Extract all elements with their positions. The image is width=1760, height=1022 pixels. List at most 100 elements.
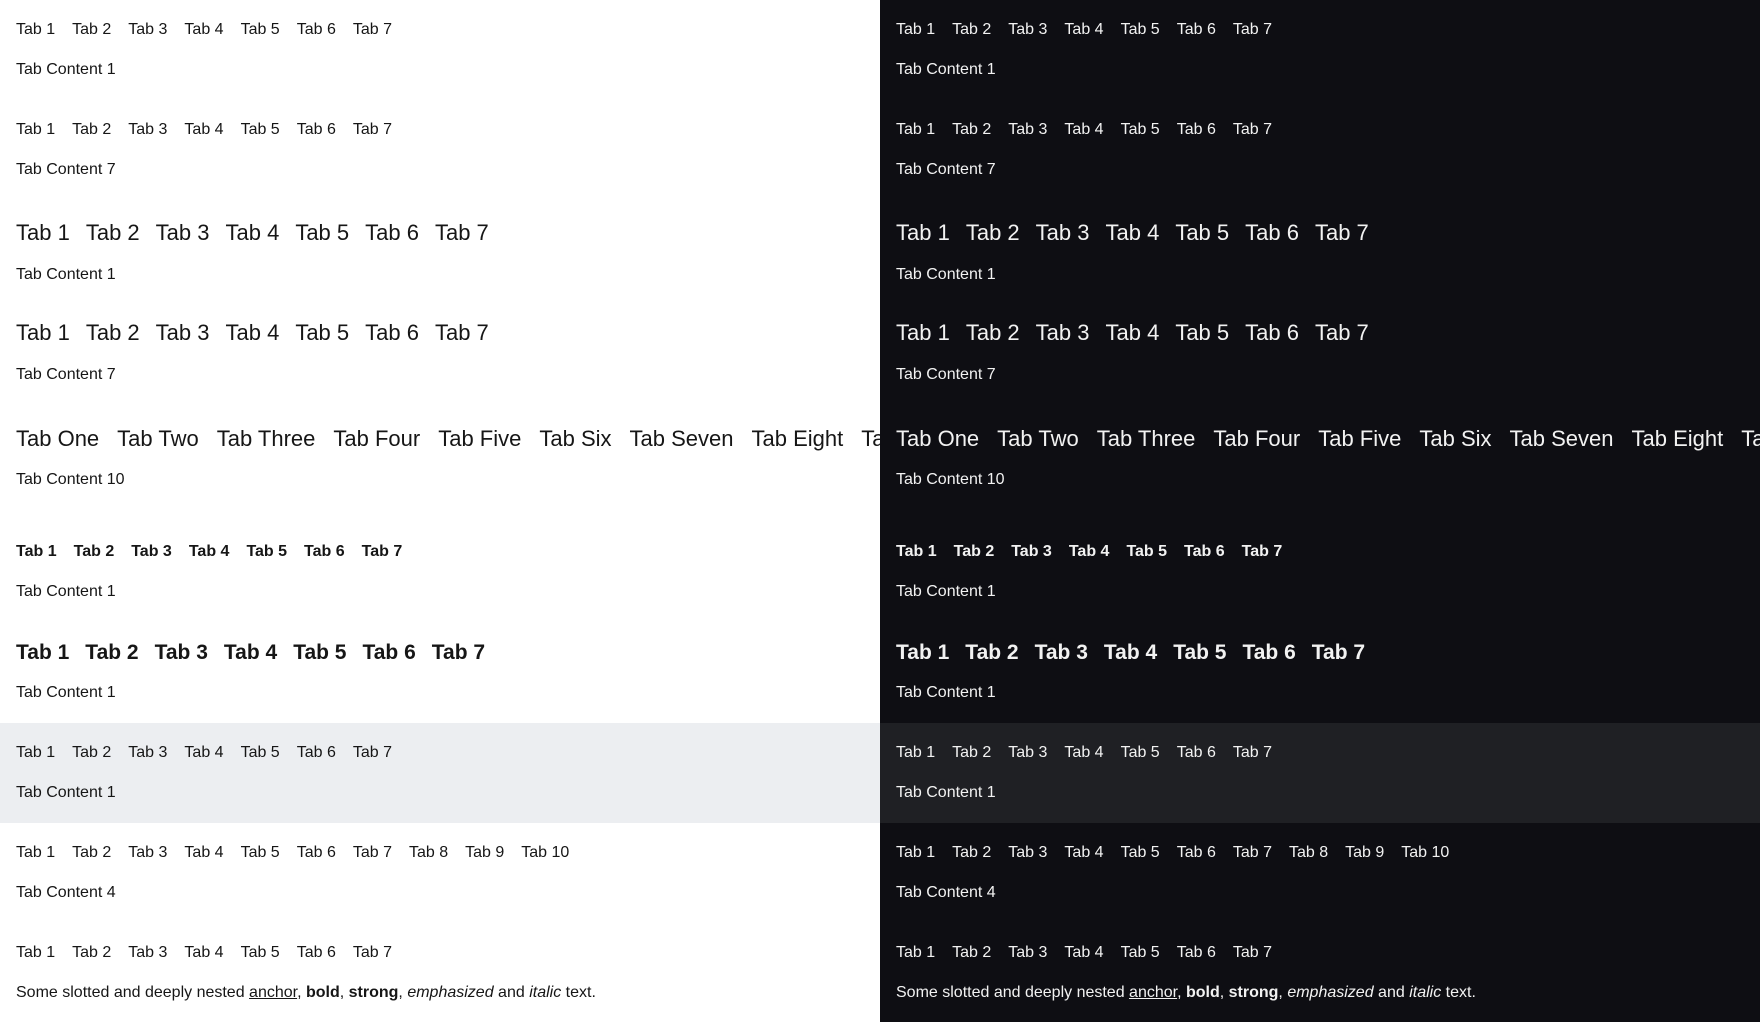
tab-tab-4[interactable]: Tab 4 bbox=[1064, 21, 1103, 39]
tab-tab-2[interactable]: Tab 2 bbox=[952, 944, 991, 962]
tab-tab-nine[interactable]: Tab Nine bbox=[861, 426, 880, 452]
tab-tab-3[interactable]: Tab 3 bbox=[1008, 744, 1047, 762]
tab-tab-6[interactable]: Tab 6 bbox=[1177, 744, 1216, 762]
tab-tab-5[interactable]: Tab 5 bbox=[241, 744, 280, 762]
tab-tab-5[interactable]: Tab 5 bbox=[1121, 21, 1160, 39]
tab-tab-1[interactable]: Tab 1 bbox=[896, 543, 937, 561]
tab-tab-2[interactable]: Tab 2 bbox=[72, 944, 111, 962]
tab-tab-7[interactable]: Tab 7 bbox=[362, 543, 403, 561]
tab-tab-6[interactable]: Tab 6 bbox=[297, 21, 336, 39]
tab-tab-4[interactable]: Tab 4 bbox=[1105, 220, 1159, 246]
tab-tab-four[interactable]: Tab Four bbox=[333, 426, 420, 452]
tab-tab-4[interactable]: Tab 4 bbox=[1064, 121, 1103, 139]
tab-tab-1[interactable]: Tab 1 bbox=[896, 21, 935, 39]
tab-tab-4[interactable]: Tab 4 bbox=[184, 844, 223, 862]
tab-tab-one[interactable]: Tab One bbox=[896, 426, 979, 452]
tab-tab-6[interactable]: Tab 6 bbox=[1177, 121, 1216, 139]
anchor-link[interactable]: anchor bbox=[249, 984, 297, 1001]
tab-tab-3[interactable]: Tab 3 bbox=[1036, 320, 1090, 346]
tab-tab-2[interactable]: Tab 2 bbox=[952, 844, 991, 862]
tab-tab-5[interactable]: Tab 5 bbox=[295, 220, 349, 246]
tab-tab-6[interactable]: Tab 6 bbox=[304, 543, 345, 561]
tab-tab-2[interactable]: Tab 2 bbox=[86, 220, 140, 246]
tab-tab-4[interactable]: Tab 4 bbox=[224, 641, 277, 665]
tab-tab-2[interactable]: Tab 2 bbox=[966, 320, 1020, 346]
tab-tab-seven[interactable]: Tab Seven bbox=[1510, 426, 1614, 452]
tab-tab-7[interactable]: Tab 7 bbox=[353, 21, 392, 39]
tab-tab-5[interactable]: Tab 5 bbox=[1121, 121, 1160, 139]
tab-tab-5[interactable]: Tab 5 bbox=[1175, 320, 1229, 346]
tab-tab-eight[interactable]: Tab Eight bbox=[1631, 426, 1723, 452]
tab-tab-2[interactable]: Tab 2 bbox=[952, 744, 991, 762]
tab-tab-four[interactable]: Tab Four bbox=[1213, 426, 1300, 452]
tab-tab-6[interactable]: Tab 6 bbox=[1177, 844, 1216, 862]
tab-tab-1[interactable]: Tab 1 bbox=[16, 320, 70, 346]
tab-tab-5[interactable]: Tab 5 bbox=[1121, 944, 1160, 962]
tab-tab-6[interactable]: Tab 6 bbox=[365, 320, 419, 346]
tab-tab-1[interactable]: Tab 1 bbox=[896, 121, 935, 139]
tab-tab-4[interactable]: Tab 4 bbox=[1064, 744, 1103, 762]
tab-tab-5[interactable]: Tab 5 bbox=[1121, 844, 1160, 862]
tab-tab-8[interactable]: Tab 8 bbox=[1289, 844, 1328, 862]
tab-tab-2[interactable]: Tab 2 bbox=[72, 744, 111, 762]
tab-tab-one[interactable]: Tab One bbox=[16, 426, 99, 452]
tab-tab-4[interactable]: Tab 4 bbox=[184, 944, 223, 962]
tab-tab-7[interactable]: Tab 7 bbox=[435, 220, 489, 246]
tab-tab-7[interactable]: Tab 7 bbox=[1315, 320, 1369, 346]
tab-tab-3[interactable]: Tab 3 bbox=[128, 944, 167, 962]
tab-tab-7[interactable]: Tab 7 bbox=[435, 320, 489, 346]
tab-tab-2[interactable]: Tab 2 bbox=[72, 844, 111, 862]
tab-tab-1[interactable]: Tab 1 bbox=[896, 641, 949, 665]
tab-tab-nine[interactable]: Tab Nine bbox=[1741, 426, 1760, 452]
tab-tab-9[interactable]: Tab 9 bbox=[1345, 844, 1384, 862]
tab-tab-7[interactable]: Tab 7 bbox=[1233, 744, 1272, 762]
tab-tab-7[interactable]: Tab 7 bbox=[1312, 641, 1365, 665]
tab-tab-9[interactable]: Tab 9 bbox=[465, 844, 504, 862]
tab-tab-5[interactable]: Tab 5 bbox=[1121, 744, 1160, 762]
tab-tab-3[interactable]: Tab 3 bbox=[1035, 641, 1088, 665]
tab-tab-five[interactable]: Tab Five bbox=[438, 426, 521, 452]
tab-tab-two[interactable]: Tab Two bbox=[997, 426, 1079, 452]
anchor-link[interactable]: anchor bbox=[1129, 984, 1177, 1001]
tab-tab-1[interactable]: Tab 1 bbox=[896, 320, 950, 346]
tab-tab-5[interactable]: Tab 5 bbox=[241, 21, 280, 39]
tab-tab-2[interactable]: Tab 2 bbox=[965, 641, 1018, 665]
tab-tab-6[interactable]: Tab 6 bbox=[365, 220, 419, 246]
tab-tab-7[interactable]: Tab 7 bbox=[1315, 220, 1369, 246]
tab-tab-5[interactable]: Tab 5 bbox=[293, 641, 346, 665]
tab-tab-6[interactable]: Tab 6 bbox=[1245, 220, 1299, 246]
tab-tab-4[interactable]: Tab 4 bbox=[1069, 543, 1110, 561]
tab-tab-2[interactable]: Tab 2 bbox=[85, 641, 138, 665]
tab-tab-1[interactable]: Tab 1 bbox=[16, 844, 55, 862]
tab-tab-three[interactable]: Tab Three bbox=[1097, 426, 1196, 452]
tab-tab-1[interactable]: Tab 1 bbox=[16, 220, 70, 246]
tab-tab-2[interactable]: Tab 2 bbox=[966, 220, 1020, 246]
tab-tab-eight[interactable]: Tab Eight bbox=[751, 426, 843, 452]
tab-tab-3[interactable]: Tab 3 bbox=[1008, 21, 1047, 39]
tab-tab-2[interactable]: Tab 2 bbox=[954, 543, 995, 561]
tab-tab-3[interactable]: Tab 3 bbox=[131, 543, 172, 561]
tab-tab-three[interactable]: Tab Three bbox=[217, 426, 316, 452]
tab-tab-6[interactable]: Tab 6 bbox=[297, 944, 336, 962]
tab-tab-4[interactable]: Tab 4 bbox=[1105, 320, 1159, 346]
tab-tab-4[interactable]: Tab 4 bbox=[189, 543, 230, 561]
tab-tab-2[interactable]: Tab 2 bbox=[74, 543, 115, 561]
tab-tab-3[interactable]: Tab 3 bbox=[128, 844, 167, 862]
tab-tab-5[interactable]: Tab 5 bbox=[1175, 220, 1229, 246]
tab-tab-2[interactable]: Tab 2 bbox=[86, 320, 140, 346]
tab-tab-seven[interactable]: Tab Seven bbox=[630, 426, 734, 452]
tab-tab-1[interactable]: Tab 1 bbox=[16, 21, 55, 39]
tab-tab-7[interactable]: Tab 7 bbox=[353, 744, 392, 762]
tab-tab-6[interactable]: Tab 6 bbox=[297, 744, 336, 762]
tab-tab-five[interactable]: Tab Five bbox=[1318, 426, 1401, 452]
tab-tab-5[interactable]: Tab 5 bbox=[1126, 543, 1167, 561]
tab-tab-1[interactable]: Tab 1 bbox=[896, 220, 950, 246]
tab-tab-3[interactable]: Tab 3 bbox=[128, 744, 167, 762]
tab-tab-3[interactable]: Tab 3 bbox=[1008, 944, 1047, 962]
tab-tab-5[interactable]: Tab 5 bbox=[241, 944, 280, 962]
tab-tab-7[interactable]: Tab 7 bbox=[1233, 844, 1272, 862]
tab-tab-2[interactable]: Tab 2 bbox=[952, 121, 991, 139]
tab-tab-6[interactable]: Tab 6 bbox=[1177, 21, 1216, 39]
tab-tab-3[interactable]: Tab 3 bbox=[1008, 844, 1047, 862]
tab-tab-5[interactable]: Tab 5 bbox=[295, 320, 349, 346]
